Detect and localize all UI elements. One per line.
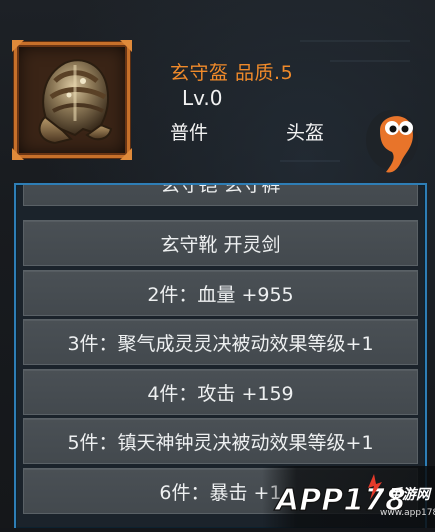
app178-watermark: APP178 手游网 www.app178.com — [262, 466, 435, 528]
set-row-text: 5件：镇天神钟灵决被动效果等级+1 — [67, 431, 374, 454]
svg-text:手游网: 手游网 — [388, 486, 432, 503]
set-row-text: 玄守铠 玄守裤 — [160, 183, 281, 196]
app178-logo-icon: APP178 手游网 www.app178.com — [273, 474, 435, 519]
frame-corner — [120, 40, 132, 52]
set-bonus-row: 4件：攻击 +159 — [23, 369, 418, 415]
set-bonus-row: 2件：血量 +955 — [23, 270, 418, 316]
frame-corner — [12, 148, 24, 160]
set-row-text: 玄守靴 开灵剑 — [160, 233, 281, 256]
item-icon-frame[interactable] — [12, 40, 132, 160]
frame-corner — [12, 40, 24, 52]
item-level: Lv.0 — [182, 86, 223, 110]
set-piece-row: 玄守铠 玄守裤 — [23, 183, 418, 206]
set-bonus-row: 3件：聚气成灵灵决被动效果等级+1 — [23, 319, 418, 365]
item-type: 普件 — [170, 122, 209, 144]
orange-mascot-icon — [366, 110, 418, 173]
set-row-text: 3件：聚气成灵灵决被动效果等级+1 — [67, 332, 374, 355]
set-row-text: 4件：攻击 +159 — [147, 382, 294, 405]
item-slot: 头盔 — [286, 122, 325, 144]
set-row-text: 2件：血量 +955 — [147, 283, 294, 306]
background-streak — [280, 160, 340, 162]
background-streak — [330, 60, 410, 62]
item-name-quality: 玄守盔 品质.5 — [170, 62, 294, 84]
item-detail-screen: 玄守盔 品质.5 Lv.0 普件 头盔 玄守铠 玄守裤 玄守靴 开灵剑 2件：血… — [0, 0, 435, 528]
helmet-icon — [38, 59, 113, 145]
set-bonus-row: 5件：镇天神钟灵决被动效果等级+1 — [23, 418, 418, 464]
frame-corner — [120, 148, 132, 160]
set-piece-row: 玄守靴 开灵剑 — [23, 220, 418, 266]
svg-text:www.app178.com: www.app178.com — [380, 508, 435, 518]
background-streak — [300, 40, 410, 42]
